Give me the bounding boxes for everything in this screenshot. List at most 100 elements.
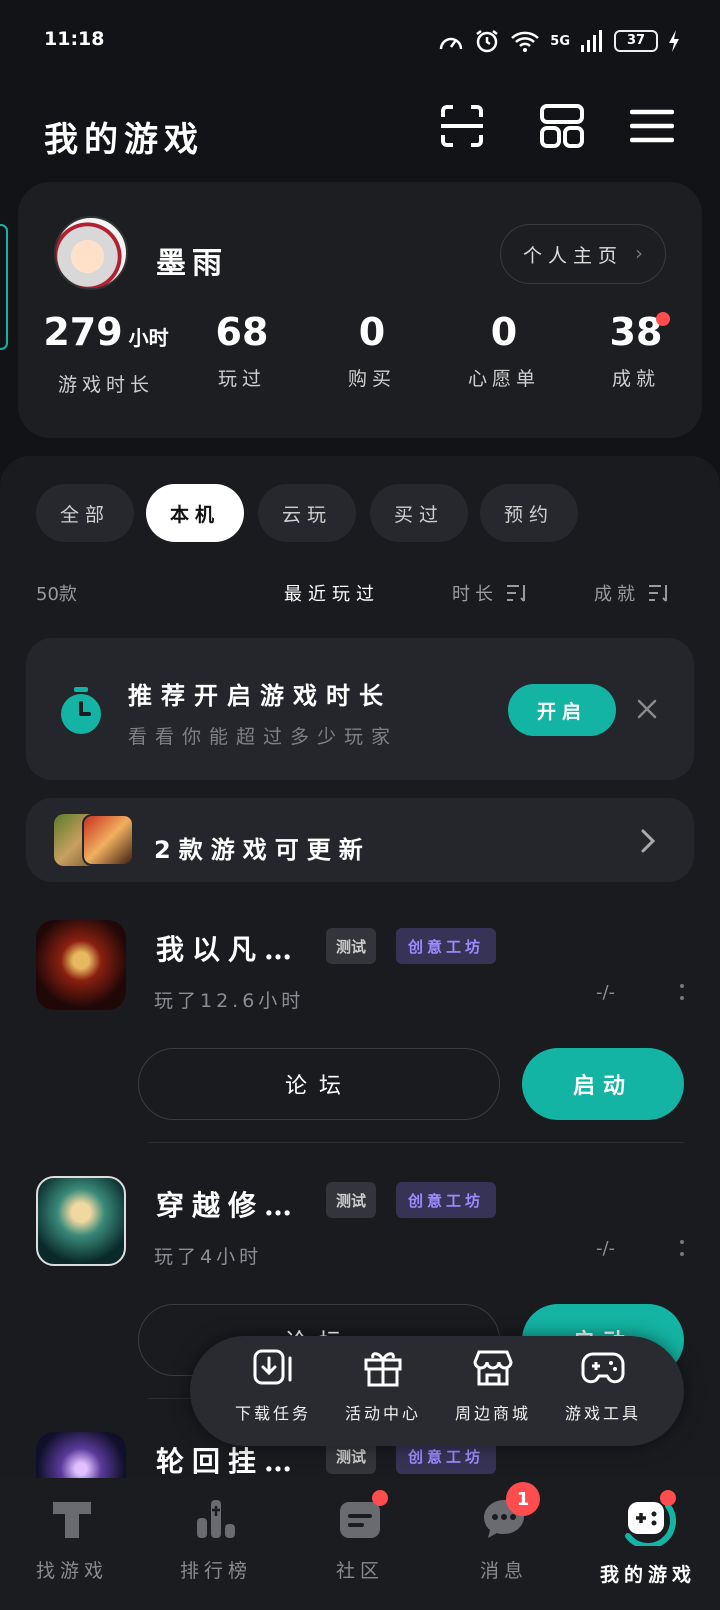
profile-home-label: 个人主页 bbox=[523, 244, 624, 267]
sort-achievement[interactable]: 成就 bbox=[594, 580, 670, 606]
side-drawer-handle[interactable] bbox=[0, 224, 8, 350]
nav-label: 排行榜 bbox=[179, 1560, 252, 1582]
stat-achievements[interactable]: 38 成就 bbox=[588, 312, 684, 391]
sort-duration[interactable]: 时长 bbox=[452, 580, 528, 606]
tab-bought[interactable]: 买过 bbox=[370, 484, 468, 542]
sort-achievement-label: 成就 bbox=[594, 584, 640, 605]
popup-label: 下载任务 bbox=[234, 1404, 311, 1423]
nav-label: 社区 bbox=[335, 1560, 384, 1582]
stat-played[interactable]: 68 玩过 bbox=[194, 312, 290, 391]
game-icon[interactable] bbox=[36, 1432, 126, 1478]
update-game-icon bbox=[82, 814, 134, 866]
game-title[interactable]: 我以凡… bbox=[156, 928, 300, 968]
wifi-icon bbox=[511, 31, 540, 52]
download-tasks-item[interactable]: 下载任务 bbox=[218, 1348, 328, 1424]
nav-messages[interactable]: 消息 bbox=[444, 1496, 564, 1583]
menu-icon[interactable] bbox=[626, 100, 678, 152]
tag-test: 测试 bbox=[326, 1182, 377, 1218]
stat-unit: 小时 bbox=[128, 326, 169, 350]
stat-label: 玩过 bbox=[217, 368, 266, 390]
achievement-dot bbox=[656, 312, 670, 326]
game-icon[interactable] bbox=[36, 1176, 126, 1266]
sort-icon bbox=[507, 585, 525, 602]
layout-grid-icon[interactable] bbox=[536, 100, 588, 152]
popup-label: 活动中心 bbox=[344, 1404, 421, 1423]
chevron-right-icon bbox=[640, 828, 656, 858]
activity-center-item[interactable]: 活动中心 bbox=[328, 1348, 438, 1424]
game-tools-item[interactable]: 游戏工具 bbox=[548, 1348, 658, 1424]
charging-icon bbox=[669, 30, 679, 52]
shop-icon bbox=[473, 1350, 513, 1386]
tag-test: 测试 bbox=[326, 928, 377, 964]
stat-purchased[interactable]: 0 购买 bbox=[324, 312, 420, 391]
play-time: 玩了4小时 bbox=[154, 1246, 263, 1268]
stat-label: 购买 bbox=[347, 368, 396, 390]
game-title[interactable]: 穿越修… bbox=[156, 1184, 300, 1224]
tab-local[interactable]: 本机 bbox=[146, 484, 244, 542]
stat-label: 游戏时长 bbox=[57, 374, 154, 396]
recommend-subtitle: 看看你能超过多少玩家 bbox=[128, 726, 399, 748]
stat-label: 成就 bbox=[611, 368, 660, 390]
enable-button[interactable]: 开启 bbox=[508, 684, 616, 736]
nav-label: 我的游戏 bbox=[599, 1564, 696, 1586]
download-icon bbox=[253, 1349, 292, 1385]
profile-home-button[interactable]: 个人主页 › bbox=[500, 224, 666, 284]
game-icon[interactable] bbox=[36, 920, 126, 1010]
nav-label: 消息 bbox=[479, 1560, 528, 1582]
stat-value: 68 bbox=[215, 310, 269, 354]
update-text: 2款游戏可更新 bbox=[154, 836, 371, 864]
recommend-title: 推荐开启游戏时长 bbox=[128, 682, 392, 710]
status-icons: 5G 37 bbox=[438, 26, 680, 56]
stat-value: 0 bbox=[490, 310, 518, 354]
stat-wishlist[interactable]: 0 心愿单 bbox=[452, 312, 556, 391]
game-value: -/- bbox=[596, 1238, 616, 1259]
nav-find-games[interactable]: 找游戏 bbox=[12, 1496, 132, 1583]
chevron-right-icon: › bbox=[635, 241, 649, 265]
popup-label: 游戏工具 bbox=[564, 1404, 641, 1423]
alarm-icon bbox=[476, 30, 499, 53]
more-options-icon[interactable] bbox=[680, 984, 684, 1000]
username: 墨雨 bbox=[156, 246, 228, 281]
sort-recent[interactable]: 最近玩过 bbox=[284, 580, 380, 606]
signal-icon bbox=[581, 30, 602, 52]
battery-icon: 37 bbox=[614, 30, 658, 52]
gift-icon bbox=[364, 1352, 402, 1387]
speed-icon bbox=[440, 37, 463, 50]
game-title[interactable]: 轮回挂… bbox=[156, 1440, 300, 1480]
sort-icon bbox=[649, 585, 667, 602]
game-value: -/- bbox=[596, 982, 616, 1003]
stat-value: 279 bbox=[43, 310, 123, 354]
message-badge: 1 bbox=[506, 1482, 540, 1516]
tag-workshop: 创意工坊 bbox=[396, 1182, 497, 1218]
forum-button[interactable]: 论坛 bbox=[138, 1048, 500, 1120]
status-time: 11:18 bbox=[44, 28, 105, 50]
stat-value: 0 bbox=[358, 310, 386, 354]
avatar[interactable] bbox=[54, 216, 128, 290]
stat-play-time[interactable]: 279 小时 游戏时长 bbox=[40, 312, 172, 397]
tag-workshop: 创意工坊 bbox=[396, 928, 497, 964]
game-count: 50款 bbox=[36, 584, 77, 605]
page-title: 我的游戏 bbox=[44, 120, 204, 160]
community-dot bbox=[372, 1490, 388, 1506]
divider bbox=[148, 1142, 684, 1143]
tab-cloud[interactable]: 云玩 bbox=[258, 484, 356, 542]
play-time: 玩了12.6小时 bbox=[154, 990, 305, 1012]
stat-label: 心愿单 bbox=[467, 368, 540, 390]
stopwatch-icon bbox=[58, 686, 104, 740]
nav-community[interactable]: 社区 bbox=[300, 1496, 420, 1583]
nav-my-games[interactable]: 我的游戏 bbox=[588, 1496, 708, 1587]
network-label: 5G bbox=[550, 33, 570, 49]
popup-label: 周边商城 bbox=[454, 1404, 531, 1423]
my-games-dot bbox=[660, 1490, 676, 1506]
find-games-icon bbox=[53, 1502, 91, 1538]
scan-icon[interactable] bbox=[436, 100, 488, 152]
launch-button[interactable]: 启动 bbox=[522, 1048, 684, 1120]
tab-reserved[interactable]: 预约 bbox=[480, 484, 578, 542]
nav-ranking[interactable]: 排行榜 bbox=[156, 1496, 276, 1583]
ranking-icon bbox=[197, 1500, 235, 1538]
more-options-icon[interactable] bbox=[680, 1240, 684, 1256]
nav-label: 找游戏 bbox=[35, 1560, 108, 1582]
tab-all[interactable]: 全部 bbox=[36, 484, 134, 542]
close-icon[interactable] bbox=[636, 698, 658, 724]
merch-store-item[interactable]: 周边商城 bbox=[438, 1348, 548, 1424]
